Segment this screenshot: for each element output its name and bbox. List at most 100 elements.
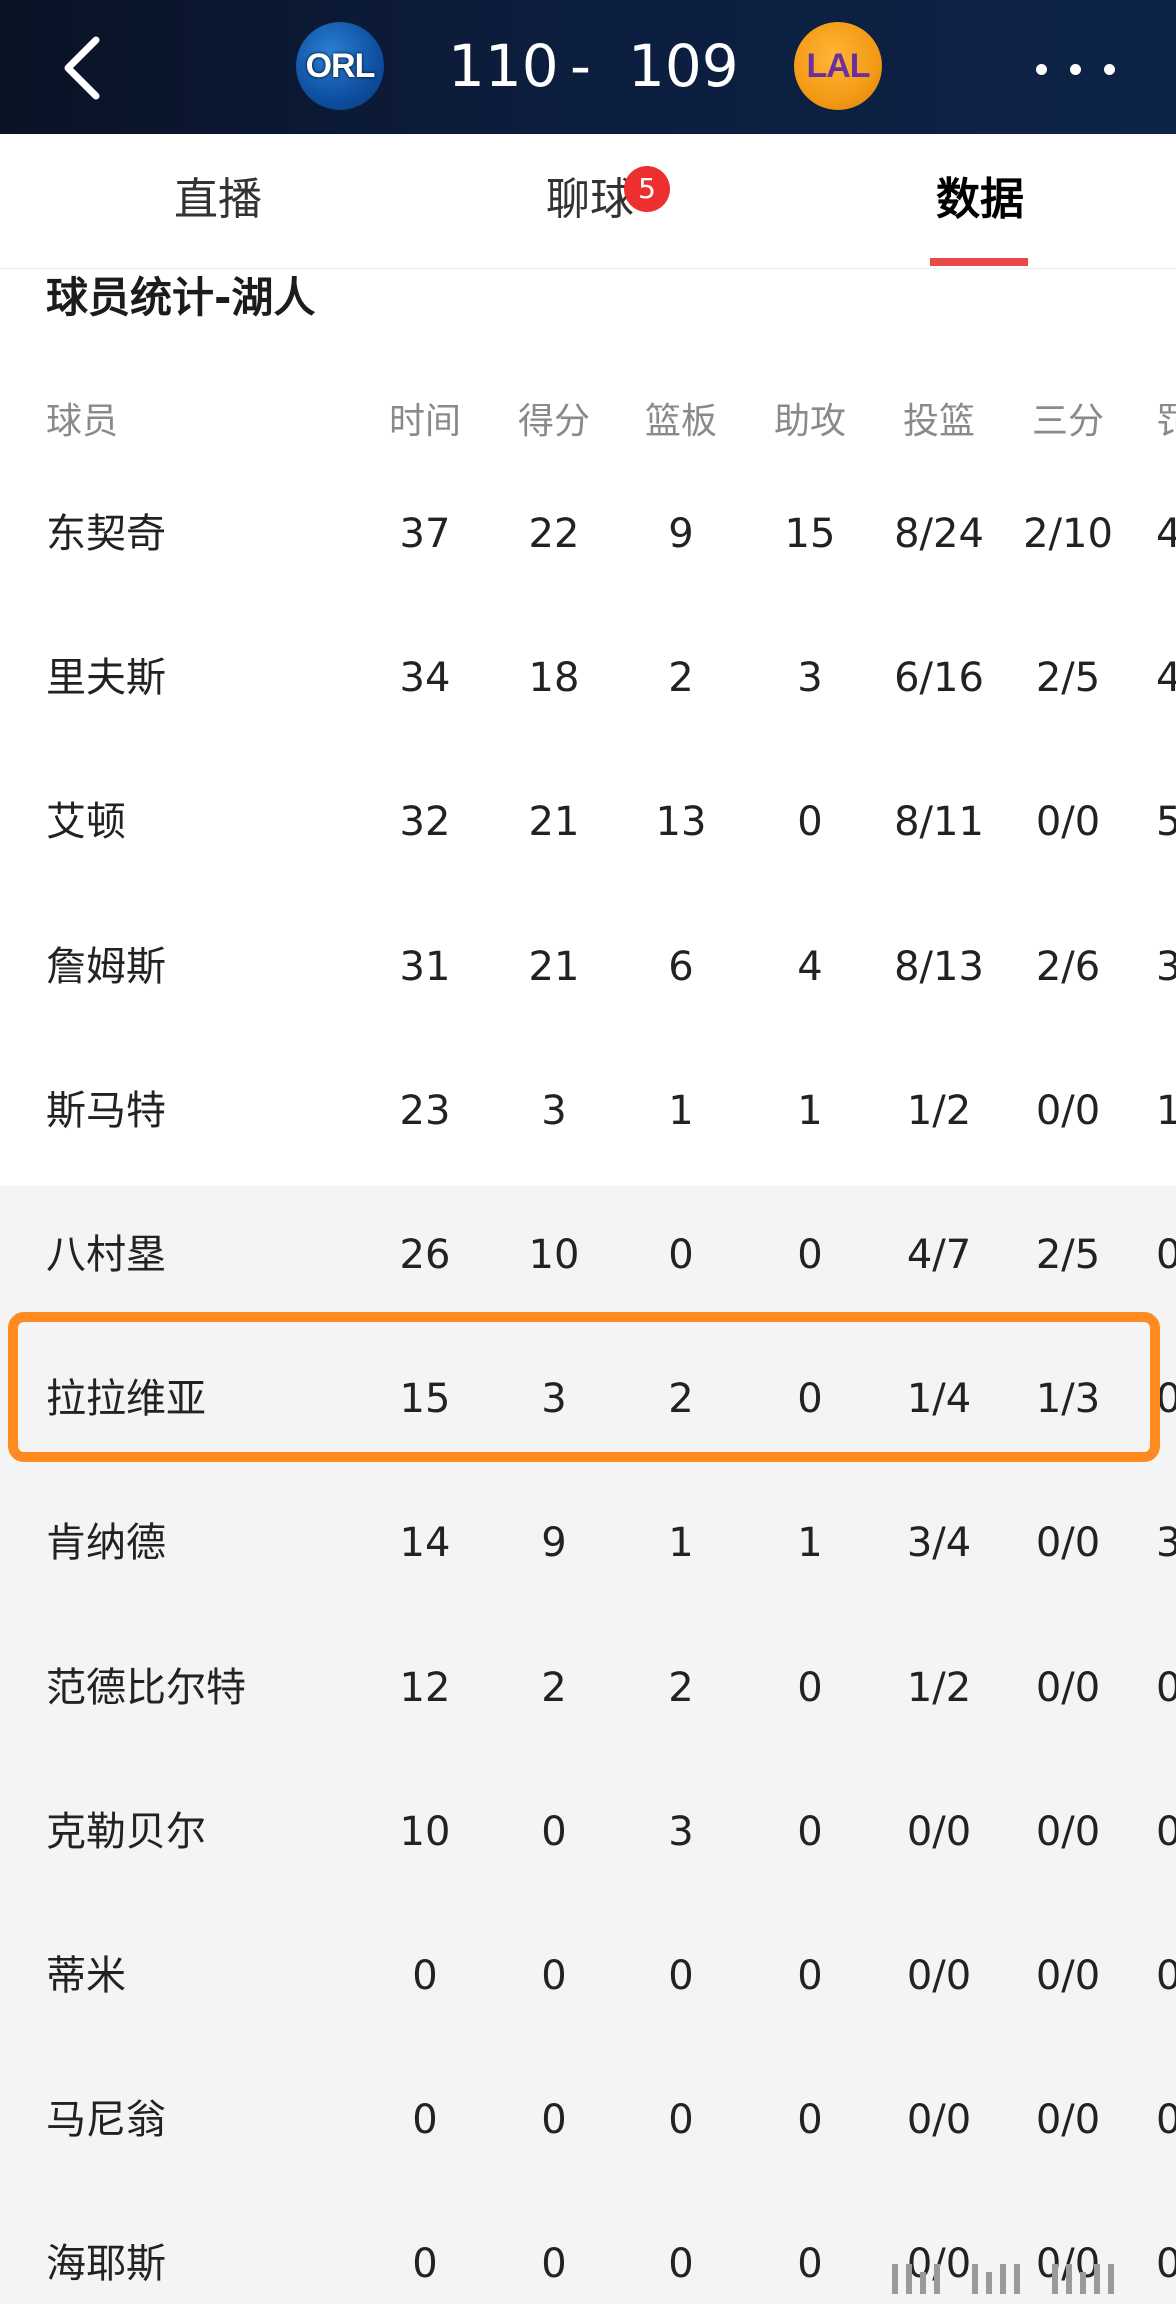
back-button[interactable]	[52, 28, 116, 108]
stat-free-throws: 0	[1156, 1809, 1176, 1855]
stat-free-throws: 4	[1156, 655, 1176, 701]
stat-points: 10	[528, 1232, 580, 1278]
score-separator: -	[570, 32, 591, 100]
stat-minutes: 32	[399, 799, 451, 845]
stat-minutes: 23	[399, 1088, 451, 1134]
stat-minutes: 31	[399, 944, 451, 990]
stat-rebounds: 9	[668, 511, 694, 557]
header-player: 球员	[46, 401, 119, 442]
stat-assists: 4	[797, 944, 823, 990]
stat-field-goals: 3/4	[906, 1520, 972, 1566]
stat-field-goals: 8/24	[894, 511, 984, 557]
stat-free-throws: 4	[1156, 511, 1176, 557]
stat-minutes: 37	[399, 511, 451, 557]
more-options-button[interactable]	[1026, 40, 1126, 96]
stat-rebounds: 3	[668, 1809, 694, 1855]
stat-points: 18	[528, 655, 580, 701]
stat-minutes: 34	[399, 655, 451, 701]
stat-free-throws: 0	[1156, 1232, 1176, 1278]
stat-assists: 0	[797, 1665, 823, 1711]
stat-points: 21	[528, 799, 580, 845]
tab-data[interactable]: 数据	[930, 170, 1030, 230]
stat-points: 21	[528, 944, 580, 990]
stat-assists: 3	[797, 655, 823, 701]
stat-minutes: 14	[399, 1520, 451, 1566]
stat-rebounds: 1	[668, 1520, 694, 1566]
stat-minutes: 12	[399, 1665, 451, 1711]
stat-rebounds: 6	[668, 944, 694, 990]
stat-field-goals: 6/16	[894, 655, 984, 701]
stat-free-throws: 0	[1156, 2097, 1176, 2143]
stat-assists: 0	[797, 2097, 823, 2143]
stat-three-pointers: 0/0	[1035, 1809, 1101, 1855]
stat-assists: 0	[797, 1809, 823, 1855]
stat-field-goals: 8/13	[894, 944, 984, 990]
stat-rebounds: 2	[668, 655, 694, 701]
header-three-pointers[interactable]: 三分	[1004, 392, 1132, 452]
stat-rebounds: 0	[668, 1232, 694, 1278]
stat-player-name[interactable]: 里夫斯	[46, 648, 166, 708]
header-rebounds[interactable]: 篮板	[617, 392, 745, 452]
stat-player-name[interactable]: 斯马特	[46, 1081, 166, 1141]
stat-three-pointers: 2/5	[1035, 655, 1101, 701]
stat-player-name[interactable]: 东契奇	[46, 504, 166, 564]
game-header: ORL 110 - 109 LAL	[0, 0, 1176, 134]
stat-points: 3	[541, 1088, 567, 1134]
header-points[interactable]: 得分	[490, 392, 618, 452]
stat-minutes: 0	[412, 2097, 438, 2143]
stat-free-throws: 3	[1156, 944, 1176, 990]
chat-unread-badge: 5	[624, 166, 670, 212]
stat-points: 0	[541, 2241, 567, 2287]
stat-three-pointers: 0/0	[1035, 1953, 1101, 1999]
stat-assists: 0	[797, 2241, 823, 2287]
stat-player-name[interactable]: 艾顿	[46, 792, 126, 852]
stat-three-pointers: 2/10	[1023, 511, 1113, 557]
stat-three-pointers: 0/0	[1035, 1088, 1101, 1134]
stat-player-name[interactable]: 克勒贝尔	[46, 1802, 206, 1862]
section-title: 球员统计-湖人	[46, 273, 316, 322]
stat-rebounds: 1	[668, 1088, 694, 1134]
stat-points: 0	[541, 1953, 567, 1999]
tab-bar: 直播 聊球 数据	[0, 134, 1176, 269]
stat-free-throws: 0	[1156, 1665, 1176, 1711]
stat-field-goals: 0/0	[906, 1953, 972, 1999]
stat-assists: 0	[797, 1232, 823, 1278]
watermark-pattern-icon	[892, 2264, 1114, 2294]
stat-three-pointers: 0/0	[1035, 1665, 1101, 1711]
stat-assists: 1	[797, 1520, 823, 1566]
stat-player-name[interactable]: 海耶斯	[46, 2234, 166, 2294]
stat-field-goals: 1/2	[906, 1088, 972, 1134]
header-minutes[interactable]: 时间	[361, 392, 489, 452]
stat-free-throws: 0	[1156, 2241, 1176, 2287]
stat-field-goals: 0/0	[906, 1809, 972, 1855]
header-free-throws[interactable]: 罚	[1156, 392, 1176, 452]
stat-field-goals: 4/7	[906, 1232, 972, 1278]
stat-assists: 0	[797, 1953, 823, 1999]
stat-points: 0	[541, 2097, 567, 2143]
header-field-goals[interactable]: 投篮	[875, 392, 1003, 452]
stat-player-name[interactable]: 范德比尔特	[46, 1658, 246, 1718]
stat-three-pointers: 0/0	[1035, 1520, 1101, 1566]
stat-minutes: 0	[412, 2241, 438, 2287]
stat-player-name[interactable]: 肯纳德	[46, 1513, 166, 1573]
stat-points: 0	[541, 1809, 567, 1855]
stat-player-name[interactable]: 八村塁	[46, 1225, 166, 1285]
tab-live[interactable]: 直播	[148, 170, 288, 230]
stat-field-goals: 1/2	[906, 1665, 972, 1711]
orl-logo-text: ORL	[305, 47, 376, 85]
stat-three-pointers: 2/5	[1035, 1232, 1101, 1278]
home-score: 110	[448, 32, 559, 100]
highlighted-player-row-outline	[8, 1312, 1160, 1462]
stat-assists: 0	[797, 799, 823, 845]
lal-team-logo[interactable]: LAL	[794, 22, 882, 110]
stat-rebounds: 0	[668, 1953, 694, 1999]
stat-player-name[interactable]: 马尼翁	[46, 2090, 166, 2150]
stat-three-pointers: 2/6	[1035, 944, 1101, 990]
stat-field-goals: 0/0	[906, 2097, 972, 2143]
stat-player-name[interactable]: 詹姆斯	[46, 937, 166, 997]
chevron-left-icon	[64, 36, 100, 100]
orl-team-logo[interactable]: ORL	[296, 22, 384, 110]
header-assists[interactable]: 助攻	[746, 392, 874, 452]
stat-rebounds: 13	[655, 799, 707, 845]
stat-player-name[interactable]: 蒂米	[46, 1946, 126, 2006]
